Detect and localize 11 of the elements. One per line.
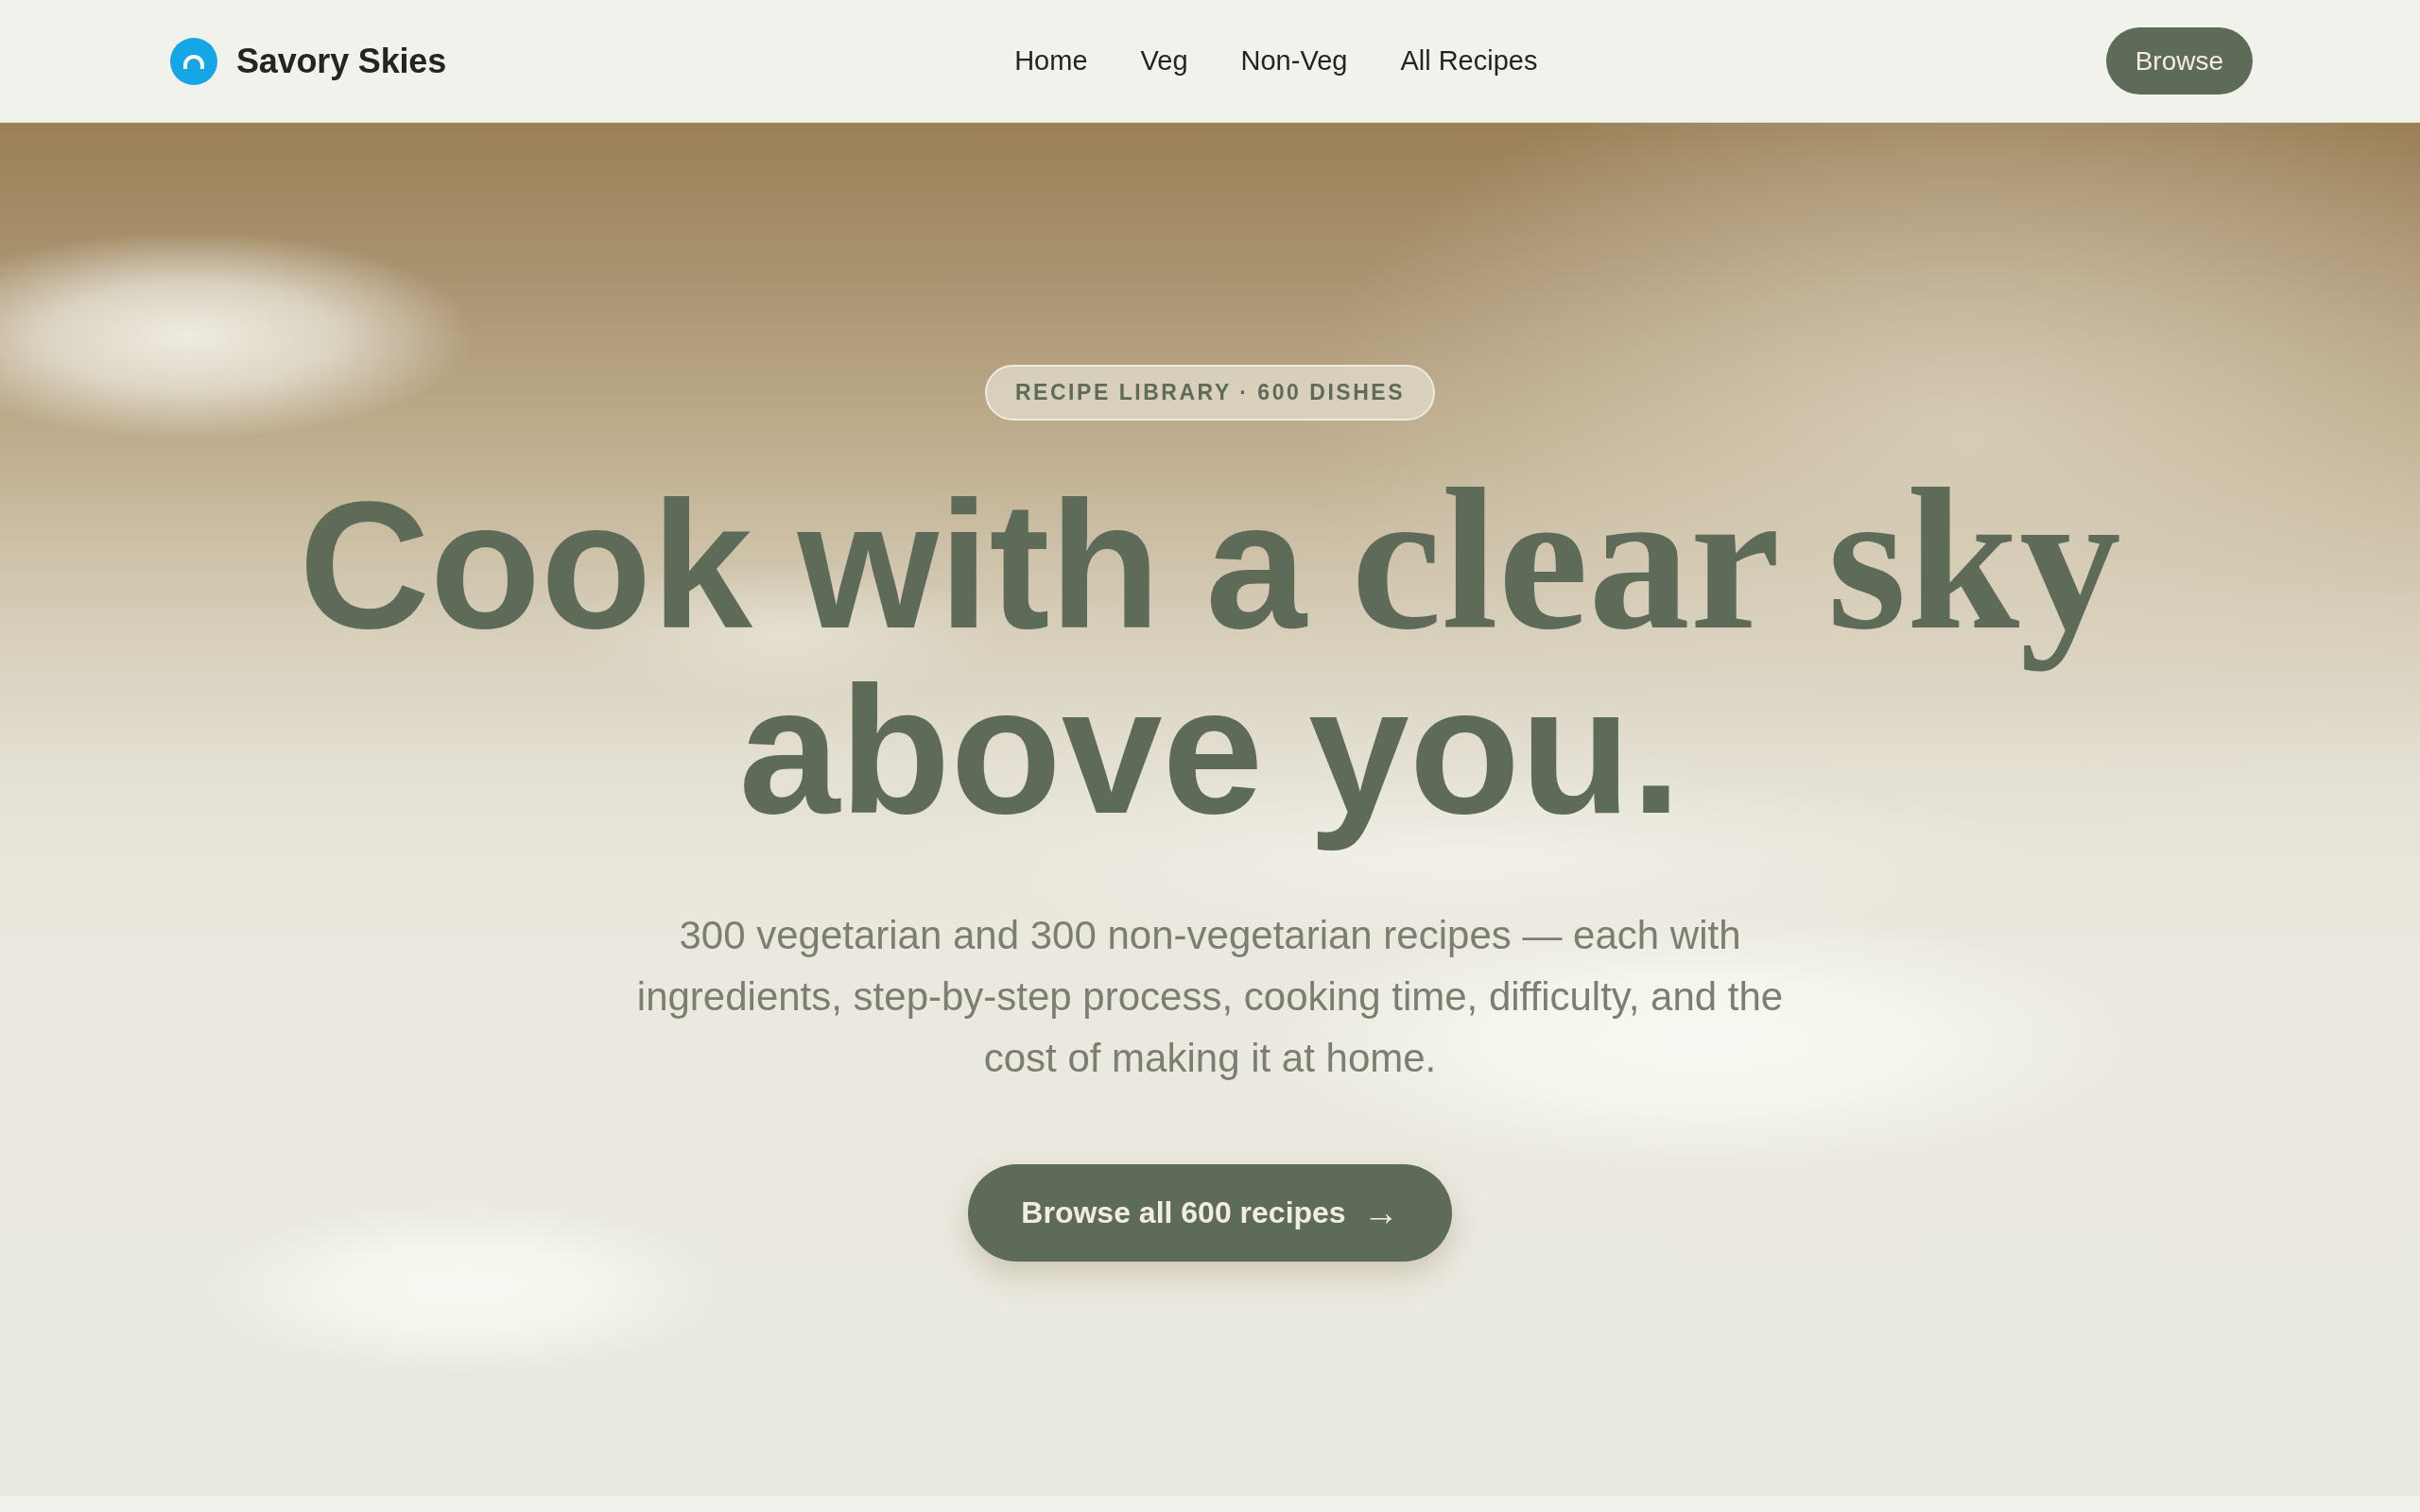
- brand-name: Savory Skies: [236, 41, 446, 81]
- nav-link[interactable]: All Recipes: [1400, 45, 1538, 77]
- nav-link[interactable]: Veg: [1140, 45, 1188, 77]
- browse-all-button[interactable]: Browse all 600 recipes →: [968, 1164, 1452, 1262]
- hero-description: 300 vegetarian and 300 non-vegetarian recipes — each with ingredients, step-by-step process, cooking time, difficulty, and the cost of making it at home.: [635, 912, 1785, 1082]
- library-badge: RECIPE LIBRARY · 600 DISHES: [984, 365, 1436, 421]
- browse-button[interactable]: Browse: [2105, 27, 2253, 94]
- nav-link[interactable]: Home: [1014, 45, 1088, 77]
- headline: Cook with a clear sky above you.: [298, 467, 2122, 853]
- logo-arch-icon: [170, 37, 217, 85]
- nav-link[interactable]: Non-Veg: [1240, 45, 1348, 77]
